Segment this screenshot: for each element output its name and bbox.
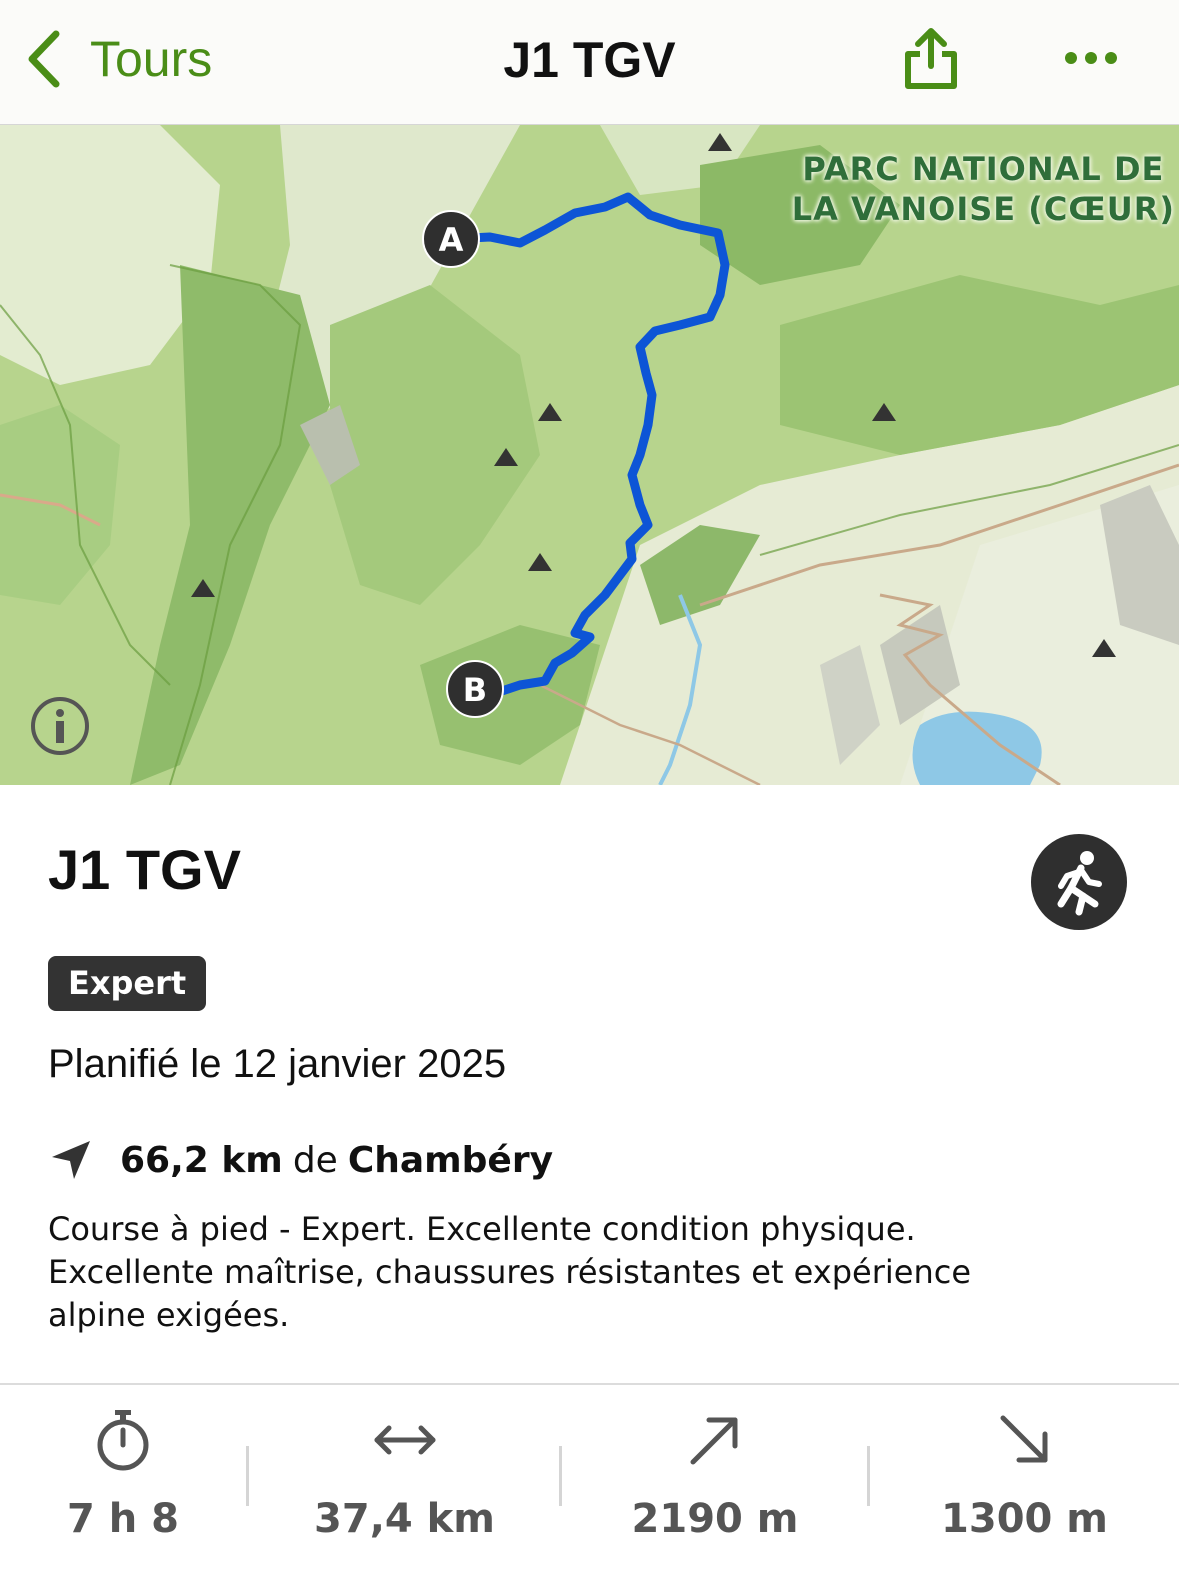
distance-connector: de (292, 1139, 338, 1181)
section-divider (0, 1383, 1179, 1385)
distance-arrows-icon (374, 1425, 435, 1455)
tour-stats: 7 h 8 37,4 km 2190 m 1300 m (0, 1386, 1179, 1574)
svg-text:B: B (463, 671, 487, 709)
stat-distance: 37,4 km (249, 1386, 560, 1574)
chevron-left-icon (28, 30, 60, 88)
end-marker[interactable]: B (445, 659, 505, 719)
downhill-arrow-icon (1000, 1415, 1047, 1463)
uphill-arrow-icon (690, 1417, 738, 1465)
route-map[interactable]: PARC NATIONAL DE LA VANOISE (CŒUR) A B (0, 125, 1179, 785)
stat-value: 1300 m (941, 1496, 1108, 1542)
planned-date: Planifié le 12 janvier 2025 (48, 1042, 507, 1086)
distance-city: Chambéry (347, 1139, 554, 1181)
map-info-button[interactable] (30, 696, 90, 756)
start-marker[interactable]: A (421, 209, 481, 269)
more-button[interactable] (1058, 36, 1124, 80)
tour-title: J1 TGV (48, 838, 241, 901)
location-arrow-icon (52, 1141, 90, 1179)
running-icon (1057, 851, 1102, 916)
stat-value: 7 h 8 (67, 1496, 179, 1542)
stat-value: 37,4 km (314, 1496, 495, 1542)
stat-value: 2190 m (631, 1496, 799, 1542)
share-icon (905, 28, 957, 89)
stat-descent: 1300 m (870, 1386, 1179, 1574)
difficulty-badge: Expert (48, 956, 207, 1011)
sport-type-button[interactable] (1031, 834, 1127, 930)
back-label: Tours (90, 31, 213, 87)
more-icon (1065, 52, 1117, 64)
tour-description: Course à pied - Expert. Excellente condi… (48, 1210, 972, 1334)
distance-value: 66,2 km (120, 1139, 283, 1181)
stat-ascent: 2190 m (562, 1386, 868, 1574)
distance-from-city: 66,2 km de Chambéry (48, 1136, 553, 1184)
back-button[interactable]: Tours (24, 26, 212, 92)
stat-duration: 7 h 8 (0, 1386, 246, 1574)
info-icon (31, 697, 89, 755)
navigation-bar: Tours J1 TGV (0, 0, 1179, 125)
share-button[interactable] (898, 26, 964, 92)
svg-text:A: A (439, 221, 464, 259)
stopwatch-icon (97, 1410, 149, 1471)
park-label: PARC NATIONAL DE LA VANOISE (CŒUR) (791, 150, 1175, 228)
